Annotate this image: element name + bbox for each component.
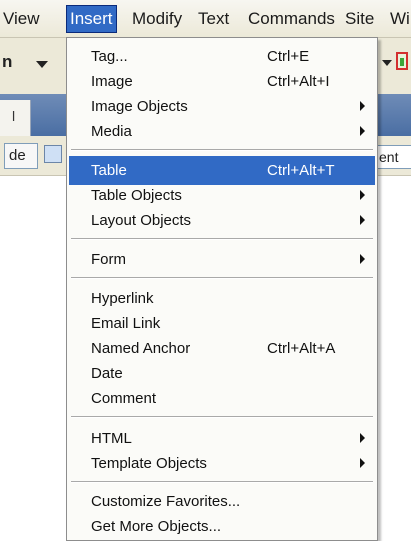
document-tab-label: l — [12, 108, 16, 124]
menu-separator — [71, 416, 373, 418]
menu-item-layout-objects[interactable]: Layout Objects — [69, 208, 375, 233]
menu-item-label: Customize Favorites... — [91, 493, 241, 510]
menu-site[interactable]: Site — [342, 5, 377, 33]
menu-item-label: Image Objects — [91, 98, 188, 115]
menu-item-table-objects[interactable]: Table Objects — [69, 183, 375, 208]
menu-item-label: Date — [91, 365, 123, 382]
submenu-arrow-icon — [360, 126, 365, 136]
submenu-arrow-icon — [360, 190, 365, 200]
menu-item-label: Comment — [91, 390, 157, 407]
menu-item-label: Get More Objects... — [91, 518, 222, 535]
menu-item-customize-favorites[interactable]: Customize Favorites... — [69, 489, 375, 514]
menu-item-shortcut: Ctrl+Alt+A — [267, 340, 336, 357]
chevron-down-icon[interactable] — [36, 61, 48, 68]
menu-item-shortcut: Ctrl+E — [267, 48, 310, 65]
menu-item-hyperlink[interactable]: Hyperlink — [69, 286, 375, 311]
menu-item-label: Template Objects — [91, 455, 207, 472]
app-window: View Insert Modify Text Commands Site Wi… — [0, 0, 411, 541]
menu-item-label: HTML — [91, 430, 132, 447]
submenu-arrow-icon — [360, 101, 365, 111]
menu-item-shortcut: Ctrl+Alt+T — [267, 162, 335, 179]
menu-item-image[interactable]: Image Ctrl+Alt+I — [69, 69, 375, 94]
menu-item-named-anchor[interactable]: Named Anchor Ctrl+Alt+A — [69, 336, 375, 361]
menu-separator — [71, 277, 373, 279]
submenu-arrow-icon — [360, 254, 365, 264]
menu-item-email-link[interactable]: Email Link — [69, 311, 375, 336]
menu-bar: View Insert Modify Text Commands Site Wi — [0, 0, 411, 38]
menu-item-image-objects[interactable]: Image Objects — [69, 94, 375, 119]
split-view-icon[interactable] — [44, 145, 62, 163]
menu-item-label: Media — [91, 123, 132, 140]
menu-item-shortcut: Ctrl+Alt+I — [267, 73, 330, 90]
menu-item-label: Table — [91, 162, 127, 179]
menu-view[interactable]: View — [0, 5, 43, 33]
menu-item-label: Email Link — [91, 315, 161, 332]
document-title-field[interactable]: ent — [376, 145, 411, 169]
menu-item-template-objects[interactable]: Template Objects — [69, 451, 375, 476]
menu-item-date[interactable]: Date — [69, 361, 375, 386]
menu-item-get-more-objects[interactable]: Get More Objects... — [69, 514, 375, 539]
menu-item-html[interactable]: HTML — [69, 426, 375, 451]
toolbar-category-label[interactable]: n — [2, 52, 12, 72]
submenu-arrow-icon — [360, 458, 365, 468]
menu-insert[interactable]: Insert — [66, 5, 117, 33]
menu-item-tag[interactable]: Tag... Ctrl+E — [69, 44, 375, 69]
submenu-arrow-icon — [360, 433, 365, 443]
code-view-button[interactable]: de — [4, 143, 38, 169]
menu-item-label: Hyperlink — [91, 290, 154, 307]
menu-item-comment[interactable]: Comment — [69, 386, 375, 411]
menu-item-label: Form — [91, 251, 126, 268]
menu-item-label: Named Anchor — [91, 340, 191, 357]
menu-separator — [71, 481, 373, 483]
menu-item-label: Image — [91, 73, 133, 90]
menu-modify[interactable]: Modify — [129, 5, 185, 33]
menu-item-label: Tag... — [91, 48, 128, 65]
menu-item-label: Layout Objects — [91, 212, 192, 229]
document-tab[interactable]: l — [0, 100, 31, 136]
chevron-down-icon[interactable] — [382, 60, 392, 66]
template-icon[interactable] — [396, 52, 408, 70]
insert-menu: Tag... Ctrl+E Image Ctrl+Alt+I Image Obj… — [66, 37, 378, 541]
menu-item-form[interactable]: Form — [69, 247, 375, 272]
menu-separator — [71, 149, 373, 151]
submenu-arrow-icon — [360, 215, 365, 225]
menu-commands[interactable]: Commands — [245, 5, 338, 33]
menu-item-label: Table Objects — [91, 187, 182, 204]
menu-item-table[interactable]: Table Ctrl+Alt+T — [69, 156, 375, 185]
menu-window[interactable]: Wi — [387, 5, 411, 33]
menu-item-media[interactable]: Media — [69, 119, 375, 144]
menu-separator — [71, 238, 373, 240]
menu-text[interactable]: Text — [195, 5, 232, 33]
